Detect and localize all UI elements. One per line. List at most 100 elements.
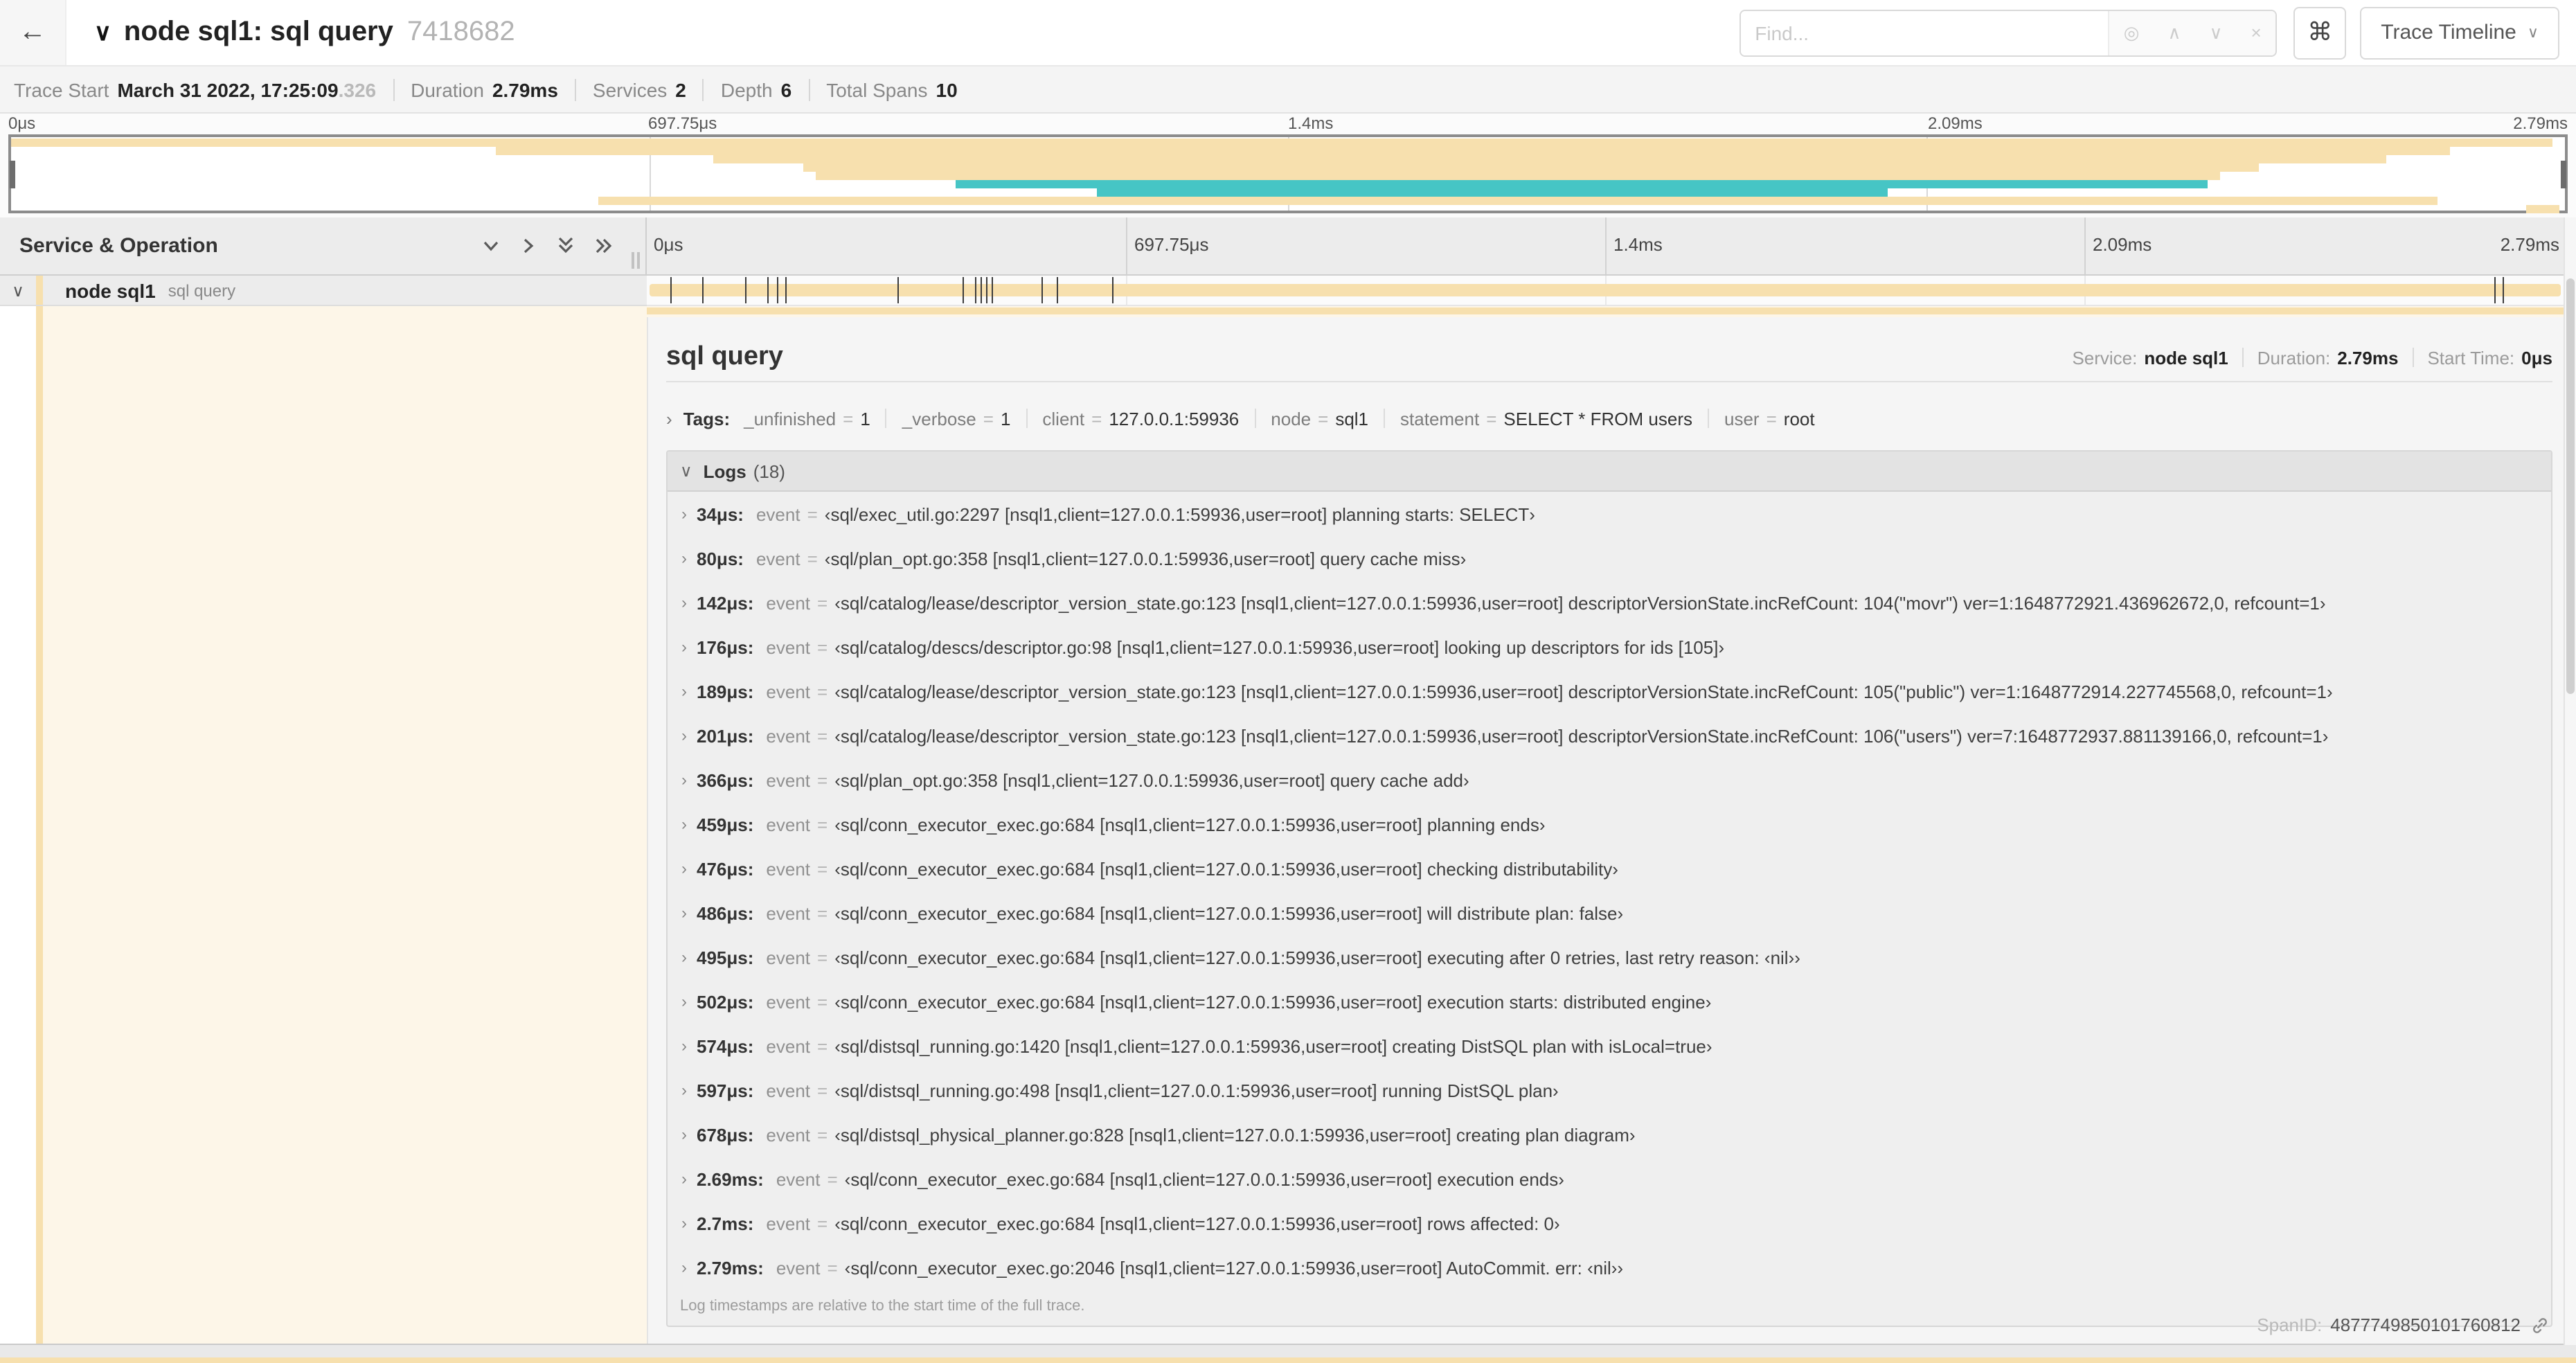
log-time: 597μs: (697, 1080, 754, 1101)
log-entry-row[interactable]: › 459μs: event = ‹sql/conn_executor_exec.go:… (668, 802, 2551, 846)
log-expand-icon[interactable]: › (674, 1169, 694, 1188)
log-marker-tick (1057, 277, 1059, 303)
prev-match-icon[interactable]: ∧ (2165, 21, 2183, 44)
scroll-to-match-icon[interactable]: ◎ (2121, 21, 2143, 44)
log-field: event (766, 947, 811, 968)
summary-item: Trace Start March 31 2022, 17:25:09.326 (14, 78, 377, 100)
deep-link-icon[interactable] (2530, 1315, 2550, 1335)
log-entry-row[interactable]: › 2.69ms: event = ‹sql/conn_executor_exec.go… (668, 1157, 2551, 1201)
log-entry-row[interactable]: › 486μs: event = ‹sql/conn_executor_exec.go:… (668, 891, 2551, 935)
log-expand-icon[interactable]: › (674, 1080, 694, 1100)
log-marker-tick (992, 277, 994, 303)
log-field: event (766, 1080, 811, 1101)
log-expand-icon[interactable]: › (674, 1258, 694, 1277)
span-duration-bar[interactable] (650, 283, 2561, 296)
log-entry-row[interactable]: › 495μs: event = ‹sql/conn_executor_exec.go:… (668, 935, 2551, 979)
keyboard-shortcuts-button[interactable]: ⌘ (2293, 6, 2347, 59)
log-expand-icon[interactable]: › (674, 593, 694, 612)
timeline-ruler: 0μs 697.75μs 1.4ms 2.09ms 2.79ms (647, 217, 2564, 274)
scrollbar-thumb[interactable] (2566, 278, 2575, 694)
collapse-all-icon[interactable] (482, 237, 500, 255)
log-entry-row[interactable]: › 597μs: event = ‹sql/distsql_running.go:498… (668, 1068, 2551, 1112)
log-expand-icon[interactable]: › (674, 504, 694, 524)
find-input[interactable] (1741, 10, 2109, 55)
back-button[interactable]: ← (0, 0, 66, 65)
log-expand-icon[interactable]: › (674, 1036, 694, 1055)
minimap-span-bar (815, 172, 2221, 180)
collapse-trace-icon[interactable]: ∨ (94, 19, 111, 47)
collapse-deep-icon[interactable] (557, 235, 575, 256)
span-row-track[interactable] (647, 276, 2564, 306)
log-expand-icon[interactable]: › (674, 549, 694, 568)
log-value: ‹sql/conn_executor_exec.go:684 [nsql1,cl… (834, 858, 1618, 879)
log-time: 2.7ms: (697, 1213, 754, 1233)
log-field: event (755, 504, 800, 524)
log-value: ‹sql/distsql_running.go:498 [nsql1,clien… (834, 1080, 1559, 1101)
log-field: event (766, 858, 811, 879)
tags-row[interactable]: › Tags: _unfinished = 1 _verbose = 1 client = 12… (666, 403, 2552, 434)
detail-service-stripe (36, 306, 43, 1344)
log-time: 142μs: (697, 592, 754, 613)
next-match-icon[interactable]: ∨ (2206, 21, 2225, 44)
span-row-label[interactable]: ∨ node sql1 sql query (0, 276, 647, 306)
log-entry-row[interactable]: › 2.7ms: event = ‹sql/conn_executor_exec.go:… (668, 1201, 2551, 1245)
minimap-canvas[interactable] (8, 134, 2568, 213)
log-field: event (766, 681, 811, 702)
column-resize-handle[interactable] (632, 252, 643, 269)
log-entry-row[interactable]: › 366μs: event = ‹sql/plan_opt.go:358 [nsql1… (668, 758, 2551, 802)
logs-list: › 34μs: event = ‹sql/exec_util.go:2297 [nsql… (668, 492, 2551, 1290)
minimap-left-handle[interactable] (10, 160, 15, 188)
log-entry-row[interactable]: › 476μs: event = ‹sql/conn_executor_exec.go:… (668, 846, 2551, 891)
log-entry-row[interactable]: › 34μs: event = ‹sql/exec_util.go:2297 [nsql… (668, 492, 2551, 536)
log-entry-row[interactable]: › 201μs: event = ‹sql/catalog/lease/descript… (668, 713, 2551, 758)
log-entry-row[interactable]: › 574μs: event = ‹sql/distsql_running.go:142… (668, 1024, 2551, 1068)
log-expand-icon[interactable]: › (674, 814, 694, 834)
trace-id: 7418682 (406, 17, 515, 47)
log-expand-icon[interactable]: › (674, 1213, 694, 1233)
log-field: event (766, 1035, 811, 1056)
vertical-scrollbar[interactable] (2564, 217, 2576, 1363)
tag-value: 1 (1000, 408, 1011, 429)
back-arrow-icon: ← (19, 17, 46, 47)
log-expand-icon[interactable]: › (674, 1125, 694, 1144)
log-expand-icon[interactable]: › (674, 947, 694, 967)
log-entry-row[interactable]: › 142μs: event = ‹sql/catalog/lease/descript… (668, 580, 2551, 625)
log-entry-row[interactable]: › 2.79ms: event = ‹sql/conn_executor_exec.go… (668, 1245, 2551, 1290)
log-expand-icon[interactable]: › (674, 682, 694, 701)
log-expand-icon[interactable]: › (674, 992, 694, 1011)
tag-divider (1384, 409, 1386, 428)
minimap-right-handle[interactable] (2561, 160, 2566, 188)
logs-header[interactable]: ∨ Logs (18) (668, 452, 2551, 492)
expand-one-icon[interactable] (519, 237, 537, 255)
minimap-tick-label: 0μs (8, 114, 36, 133)
log-expand-icon[interactable]: › (674, 637, 694, 657)
detail-meta: Service: node sql1 Duration: 2.79ms Start Ti… (2072, 347, 2552, 368)
log-expand-icon[interactable]: › (674, 726, 694, 745)
log-entry-row[interactable]: › 189μs: event = ‹sql/catalog/lease/descript… (668, 669, 2551, 713)
span-collapse-icon[interactable]: ∨ (0, 280, 36, 300)
log-entry-row[interactable]: › 80μs: event = ‹sql/plan_opt.go:358 [nsql1,… (668, 536, 2551, 580)
tags-expand-icon[interactable]: › (666, 408, 672, 429)
expand-deep-icon[interactable] (594, 237, 615, 255)
tag-value: SELECT * FROM users (1503, 408, 1692, 429)
log-entry-row[interactable]: › 502μs: event = ‹sql/conn_executor_exec.go:… (668, 979, 2551, 1024)
tag-key: _unfinished (744, 408, 837, 429)
log-marker-tick (744, 277, 746, 303)
log-expand-icon[interactable]: › (674, 859, 694, 878)
clear-find-icon[interactable]: × (2248, 22, 2264, 43)
view-selector-button[interactable]: Trace Timeline ∨ (2360, 6, 2559, 59)
minimap-span-bar (2526, 205, 2560, 213)
find-addon: ◎ ∧ ∨ × (2108, 10, 2276, 55)
timeline-minimap: 0μs 697.75μs 1.4ms 2.09ms 2.79ms (0, 114, 2576, 217)
tag-divider (885, 409, 887, 428)
log-entry-row[interactable]: › 678μs: event = ‹sql/distsql_physical_plann… (668, 1112, 2551, 1157)
log-marker-tick (767, 277, 769, 303)
service-operation-title: Service & Operation (19, 234, 218, 258)
log-value: ‹sql/conn_executor_exec.go:684 [nsql1,cl… (834, 902, 1624, 923)
log-marker-tick (2494, 277, 2496, 303)
log-expand-icon[interactable]: › (674, 903, 694, 923)
log-entry-row[interactable]: › 176μs: event = ‹sql/catalog/descs/descript… (668, 625, 2551, 669)
log-expand-icon[interactable]: › (674, 770, 694, 790)
minimap-tick-label: 2.09ms (1928, 114, 1983, 133)
log-value: ‹sql/exec_util.go:2297 [nsql1,client=127… (824, 504, 1535, 524)
